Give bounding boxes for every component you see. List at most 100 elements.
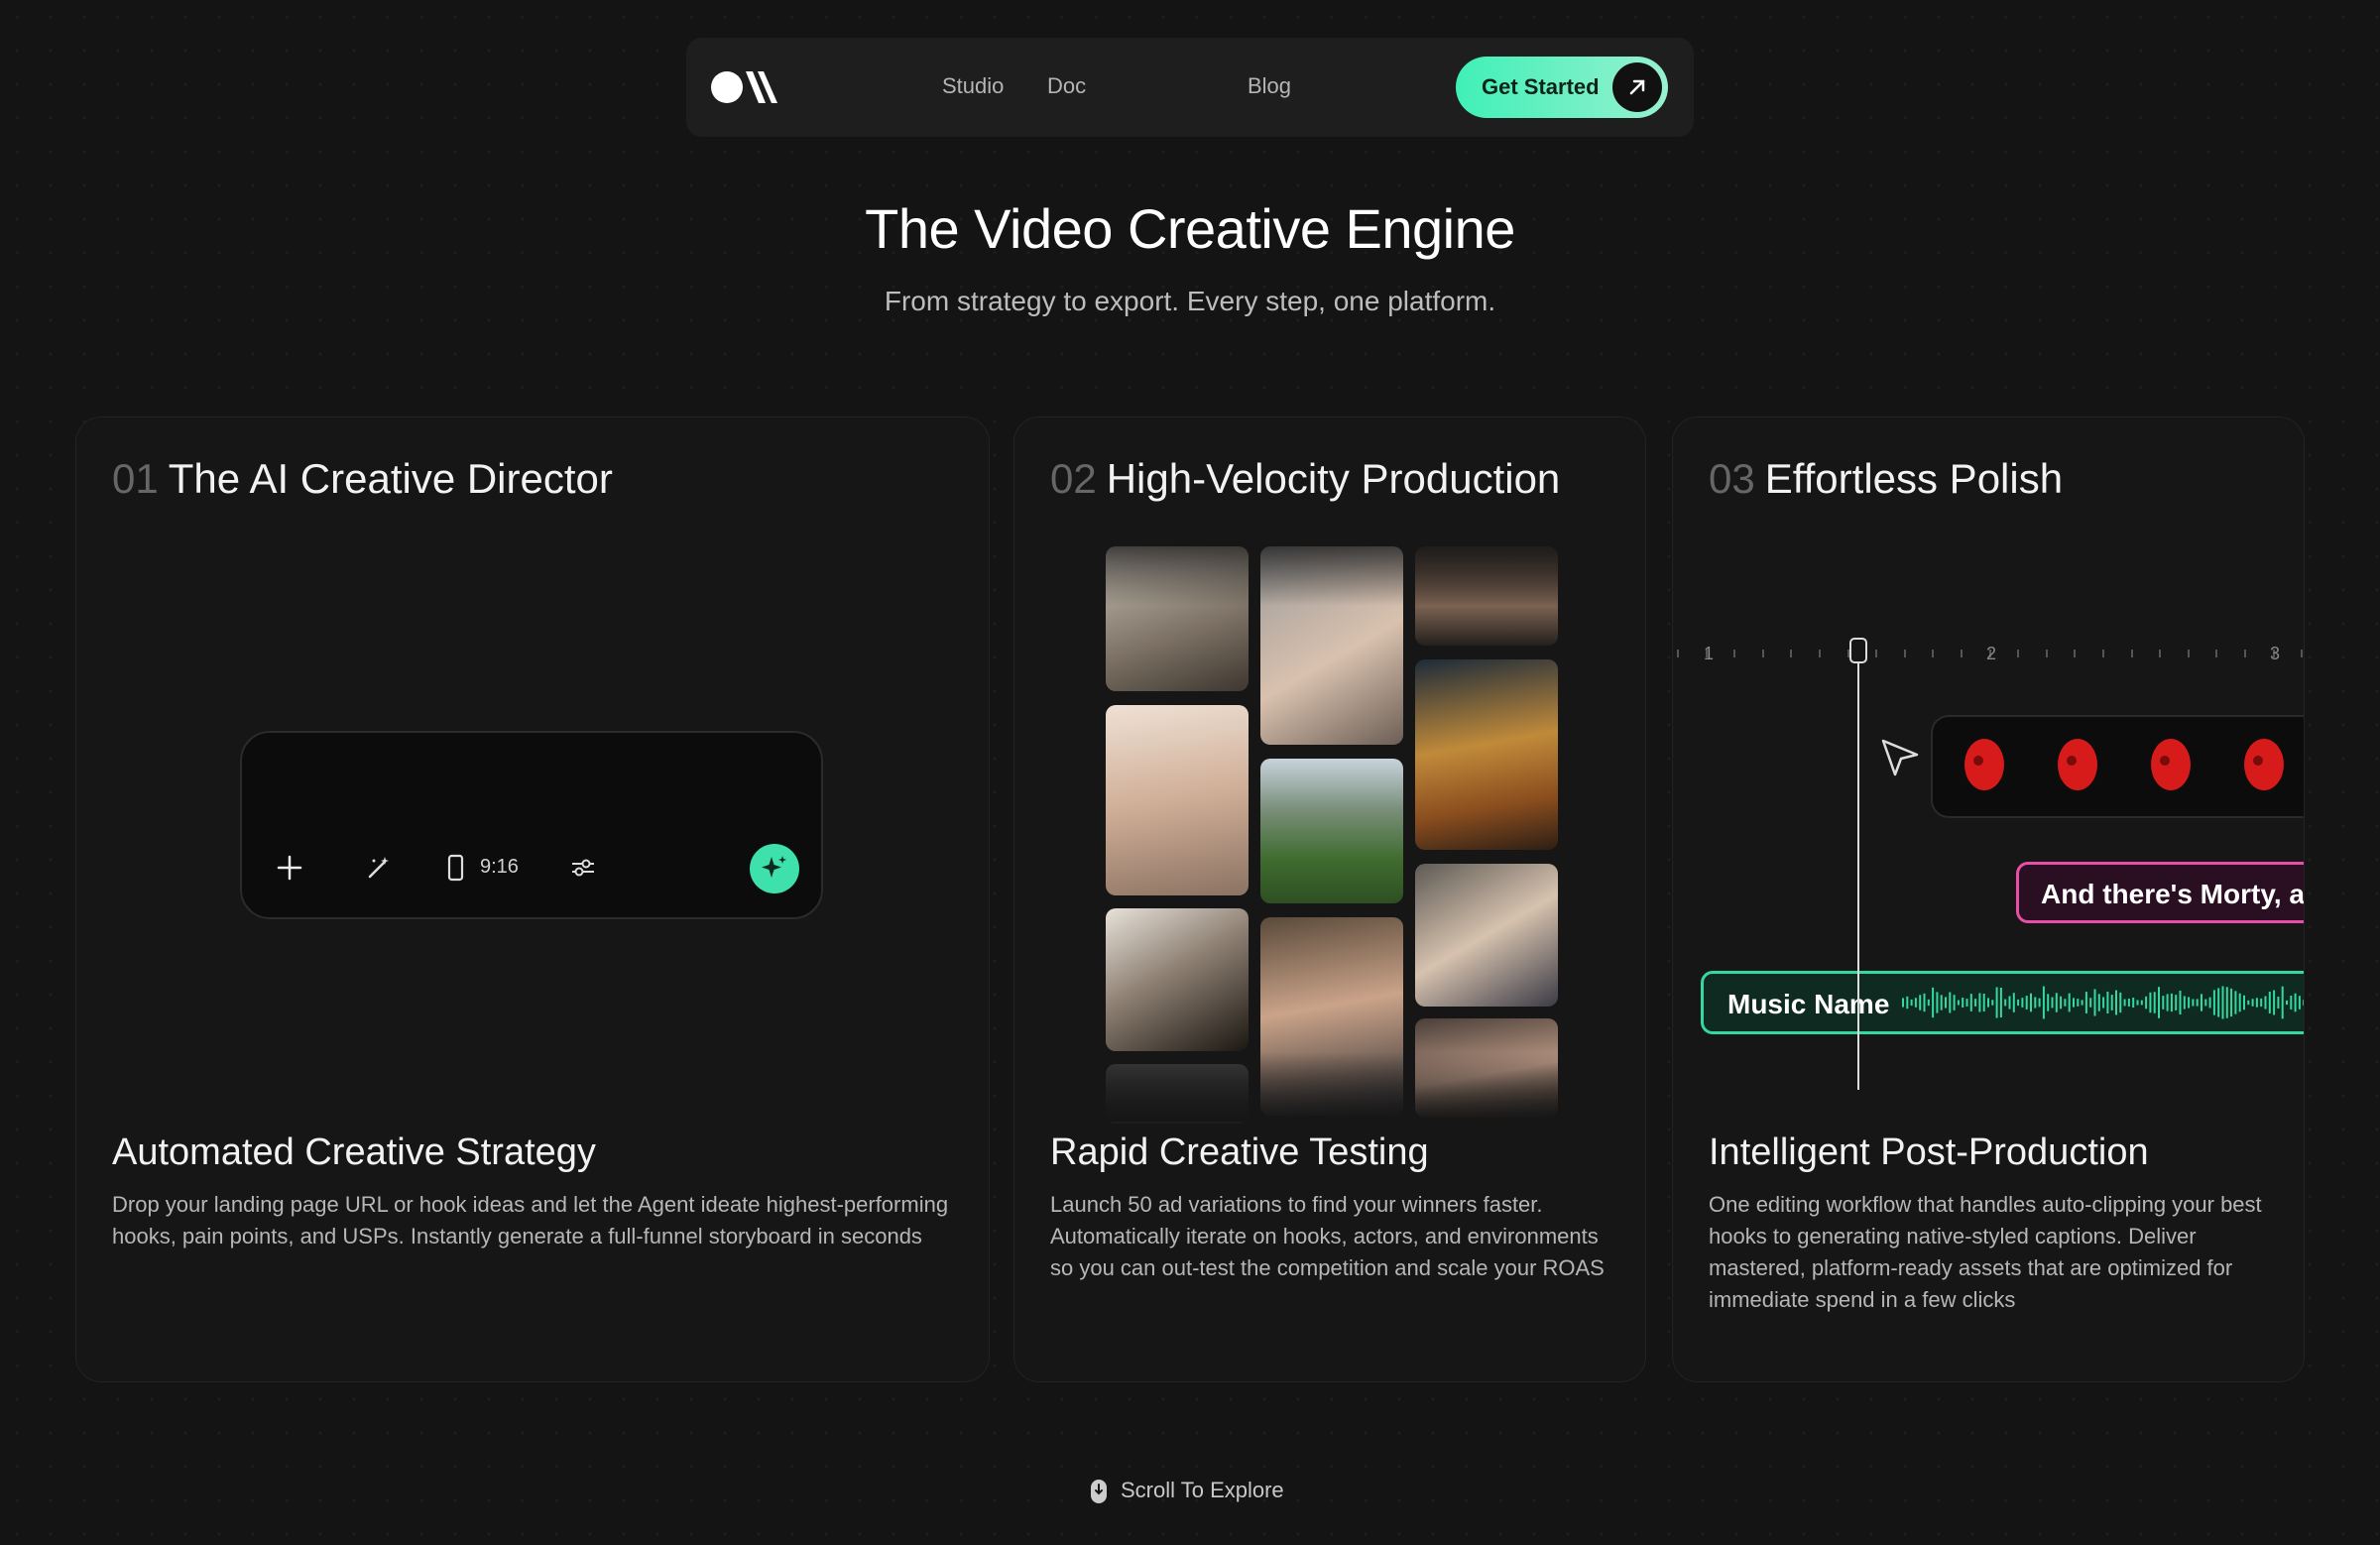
ruler-tick <box>2215 650 2218 657</box>
aspect-ratio-value[interactable]: 9:16 <box>480 856 519 879</box>
nav-link-blog[interactable]: Blog <box>1248 73 1291 99</box>
waveform-bar <box>1987 998 1989 1008</box>
waveform-bar <box>2212 990 2215 1015</box>
nav-link-doc[interactable]: Doc <box>1047 73 1086 99</box>
feature-card-creative-director: 01 The AI Creative Director 9:16 Automate… <box>75 416 990 1382</box>
waveform-bar <box>2208 997 2211 1009</box>
ruler-mark: 3 <box>2270 644 2281 663</box>
scroll-hint-label: Scroll To Explore <box>1121 1478 1284 1502</box>
waveform-bar <box>1969 994 1972 1011</box>
waveform-bar <box>2238 993 2241 1012</box>
waveform-bar <box>2175 995 2178 1010</box>
card-number: 03 <box>1709 455 1755 502</box>
waveform-bar <box>2158 987 2160 1018</box>
waveform-bar <box>2042 986 2045 1019</box>
sparkle-icon <box>762 856 786 878</box>
waveform-bar <box>2004 999 2007 1007</box>
card-description: One editing workflow that handles auto-c… <box>1709 1192 2262 1312</box>
waveform-bar <box>2290 996 2293 1010</box>
brand-logo[interactable] <box>710 69 781 105</box>
waveform-bar <box>2230 988 2233 1017</box>
waveform-bar <box>2183 996 2186 1010</box>
waveform-bar <box>1923 993 1926 1012</box>
ruler-tick <box>2045 650 2048 657</box>
waveform-bar <box>1914 998 1917 1008</box>
top-navbar: Studio Doc Blog Get Started <box>686 38 1694 137</box>
waveform-bar <box>2294 993 2297 1012</box>
page-subtitle: From strategy to export. Every step, one… <box>884 286 1496 316</box>
card-subheading: Automated Creative Strategy <box>112 1131 596 1173</box>
card-heading: 01 The AI Creative Director <box>112 455 613 503</box>
card-title: The AI Creative Director <box>168 455 613 502</box>
sliders-icon[interactable] <box>569 854 597 887</box>
waveform-bar <box>2084 992 2087 1013</box>
ruler-tick <box>2159 650 2162 657</box>
card-number: 01 <box>112 455 159 502</box>
waveform-bar <box>2123 999 2126 1007</box>
waveform-bar <box>1957 1000 1960 1006</box>
card-title: Effortless Polish <box>1764 455 2064 502</box>
waveform-bar <box>1999 987 2002 1018</box>
feature-card-polish: 03 Effortless Polish 1 2 3 And there's Mo… <box>1672 416 2305 1382</box>
waveform-bar <box>1953 995 1956 1010</box>
thumbnail-image[interactable] <box>1106 705 1249 895</box>
waveform-bar <box>1919 995 1922 1010</box>
ruler-tick <box>1761 650 1764 657</box>
ruler-tick <box>1819 650 1821 657</box>
waveform-bar <box>2025 996 2028 1010</box>
waveform-bar <box>2217 988 2220 1017</box>
card-description: Drop your landing page URL or hook ideas… <box>112 1192 949 1248</box>
waveform-bar <box>2225 987 2228 1018</box>
playhead-line[interactable] <box>1857 644 1859 1090</box>
prompt-composer[interactable]: 9:16 <box>240 731 823 919</box>
waveform-bar <box>1982 993 1985 1012</box>
magic-wand-icon[interactable] <box>365 854 393 887</box>
waveform-bar <box>2106 991 2109 1014</box>
waveform-bar <box>2060 996 2063 1010</box>
ruler-tick <box>1677 650 1679 657</box>
thumbnail-image[interactable] <box>1415 659 1558 850</box>
waveform-bar <box>1949 992 1952 1013</box>
caption-track[interactable]: And there's Morty, av <box>2016 862 2304 923</box>
waveform-bar <box>2081 1000 2083 1006</box>
waveform-bar <box>1995 987 1998 1018</box>
video-clip-track[interactable] <box>1931 715 2304 818</box>
thumbnail-image[interactable] <box>1106 908 1249 1051</box>
waveform-bar <box>2097 994 2100 1011</box>
ruler-tick <box>1733 650 1736 657</box>
nav-link-studio[interactable]: Studio <box>942 73 1004 99</box>
thumbnail-image[interactable] <box>1260 759 1403 903</box>
waveform-bar <box>1945 997 1947 1009</box>
music-track[interactable]: Music Name <box>1701 971 2304 1034</box>
plus-icon[interactable] <box>276 854 303 887</box>
waveform-bar <box>2149 992 2152 1013</box>
waveform-bar <box>1906 996 1909 1010</box>
waveform-bar <box>2251 999 2254 1007</box>
waveform-bar <box>2017 999 2020 1007</box>
thumbnail-image[interactable] <box>1415 864 1558 1007</box>
phone-frame-icon[interactable] <box>446 854 466 887</box>
waveform-bar <box>2034 997 2037 1009</box>
waveform-bar <box>2153 992 2156 1013</box>
waveform-bar <box>2064 999 2067 1007</box>
waveform-bar <box>2273 990 2276 1015</box>
generate-button[interactable] <box>750 844 799 893</box>
waveform-bar <box>2201 994 2202 1011</box>
ruler-tick <box>2244 650 2246 657</box>
waveform-bar <box>1991 1000 1994 1006</box>
waveform-bar <box>2234 991 2237 1014</box>
ruler-tick <box>1932 650 1935 657</box>
feature-card-production: 02 High-Velocity Production Rapid Creativ… <box>1013 416 1646 1382</box>
mouse-icon <box>1091 1480 1107 1503</box>
waveform-bar <box>2051 997 2054 1009</box>
get-started-button[interactable]: Get Started <box>1456 57 1668 118</box>
get-started-label: Get Started <box>1482 74 1600 99</box>
waveform-bar <box>2247 1000 2250 1006</box>
waveform-bar <box>2110 995 2113 1010</box>
playhead-handle[interactable] <box>1849 638 1867 663</box>
card-subheading: Rapid Creative Testing <box>1050 1131 1429 1173</box>
ruler-mark: 2 <box>1986 644 1997 663</box>
waveform-bar <box>2102 997 2105 1009</box>
waveform-bar <box>2264 996 2267 1010</box>
waveform-bar <box>1962 998 1964 1008</box>
